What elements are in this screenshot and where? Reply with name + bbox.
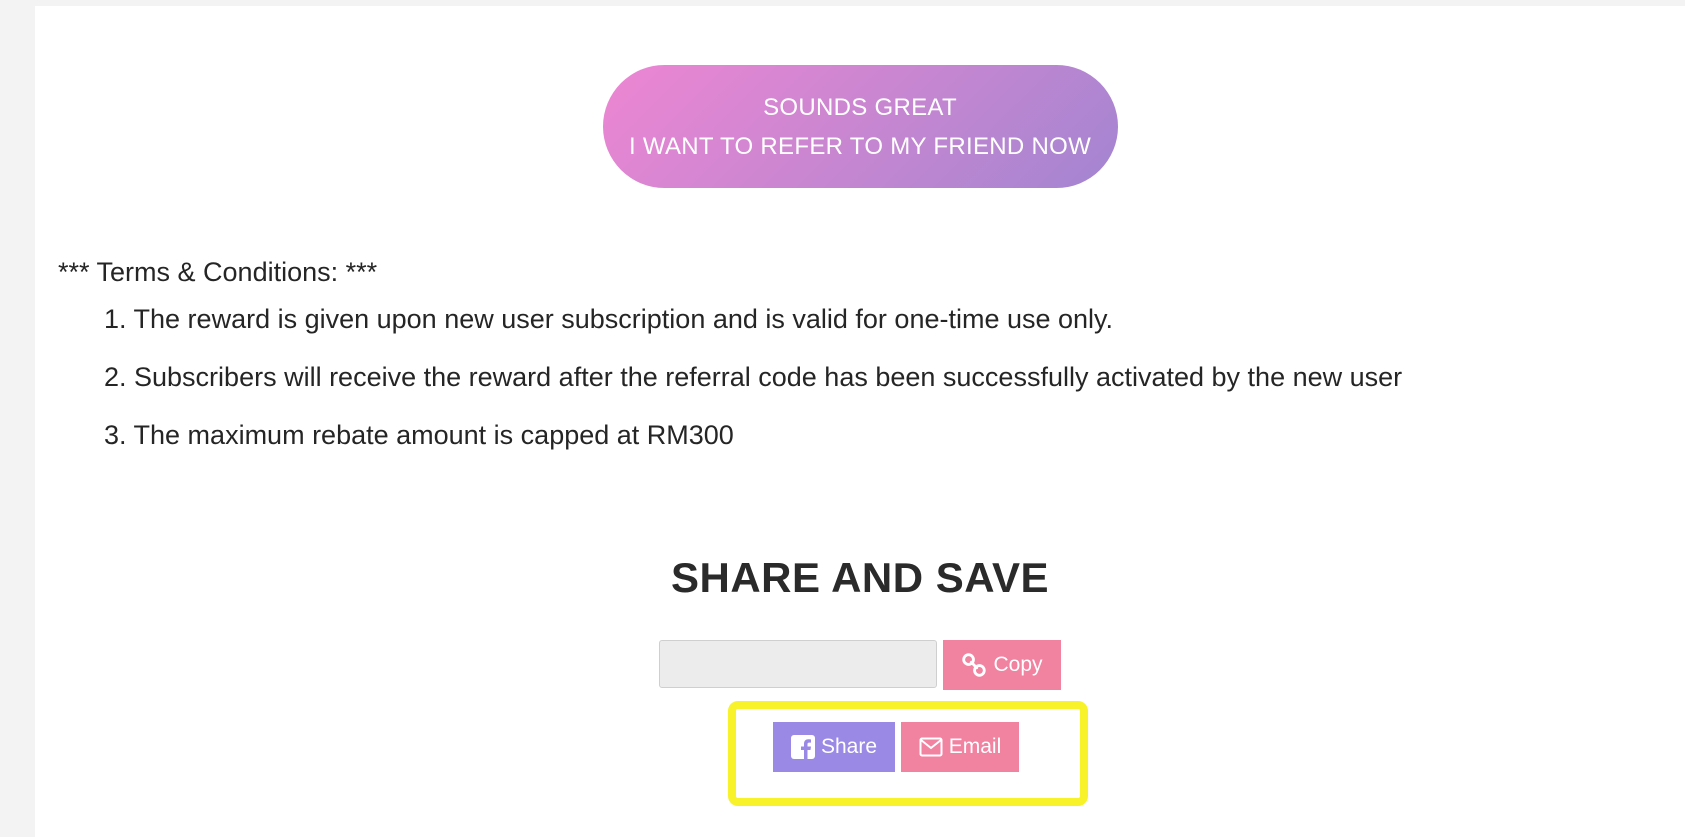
email-label: Email bbox=[948, 735, 1002, 758]
terms-item: 2. Subscribers will receive the reward a… bbox=[104, 362, 1403, 392]
terms-item: 1. The reward is given upon new user sub… bbox=[104, 304, 1114, 334]
share-title: SHARE AND SAVE bbox=[670, 554, 1050, 601]
facebook-icon bbox=[790, 735, 815, 759]
refer-button-line2: I WANT TO REFER TO MY FRIEND NOW bbox=[628, 132, 1092, 160]
refer-button-line1: SOUNDS GREAT bbox=[763, 93, 957, 121]
copy-row: Copy bbox=[659, 640, 1061, 690]
referral-link-input[interactable] bbox=[659, 640, 937, 688]
envelope-icon bbox=[919, 737, 943, 757]
copy-button[interactable]: Copy bbox=[943, 640, 1061, 690]
terms-section: *** Terms & Conditions: *** 1. The rewar… bbox=[58, 254, 1402, 464]
terms-list: 1. The reward is given upon new user sub… bbox=[58, 290, 1402, 464]
cta-wrapper: SOUNDS GREAT I WANT TO REFER TO MY FRIEN… bbox=[35, 65, 1685, 188]
terms-title: *** Terms & Conditions: *** bbox=[58, 257, 378, 287]
page-content: SOUNDS GREAT I WANT TO REFER TO MY FRIEN… bbox=[35, 6, 1685, 837]
email-share-button[interactable]: Email bbox=[901, 722, 1019, 772]
share-label: Share bbox=[820, 735, 878, 758]
link-icon bbox=[961, 652, 987, 678]
social-share-row: Share Email bbox=[773, 722, 1019, 772]
facebook-share-button[interactable]: Share bbox=[773, 722, 895, 772]
terms-item: 3. The maximum rebate amount is capped a… bbox=[104, 420, 734, 450]
copy-label: Copy bbox=[993, 653, 1043, 676]
refer-friend-button[interactable]: SOUNDS GREAT I WANT TO REFER TO MY FRIEN… bbox=[602, 65, 1118, 188]
